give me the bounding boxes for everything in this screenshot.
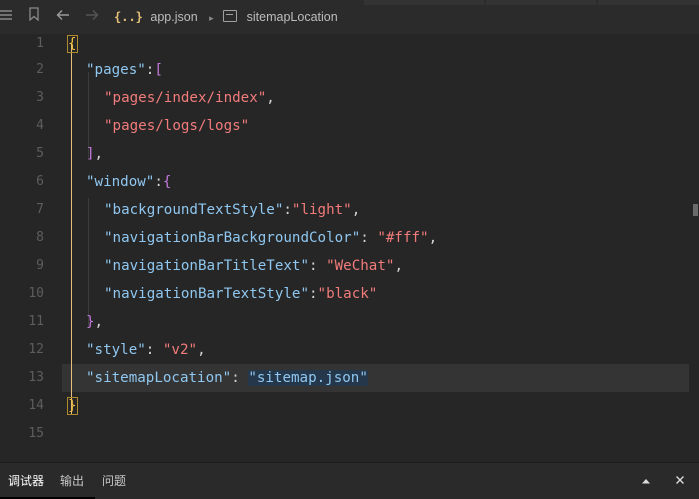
code-line-10: "navigationBarTextStyle":"black" bbox=[104, 286, 378, 302]
json-file-icon: {..} bbox=[114, 10, 143, 24]
code-line-9: "navigationBarTitleText": "WeChat", bbox=[104, 258, 403, 274]
close-icon[interactable] bbox=[671, 472, 689, 490]
indent-guide-active bbox=[71, 44, 72, 414]
line-number-gutter: 1 2 3 4 5 6 7 8 9 10 11 12 13 14 15 bbox=[0, 34, 62, 462]
tab-strip-segment bbox=[486, 0, 596, 5]
editor-toolbar: {..} app.json ▸ sitemapLocation bbox=[0, 0, 699, 34]
code-line-11: }, bbox=[86, 314, 104, 330]
tab-strip-segment bbox=[364, 0, 484, 5]
arrow-right-icon[interactable] bbox=[82, 7, 102, 27]
hamburger-icon[interactable] bbox=[0, 7, 16, 27]
vertical-scrollbar[interactable] bbox=[689, 34, 699, 462]
arrow-left-icon[interactable] bbox=[53, 7, 73, 27]
code-line-5: ], bbox=[86, 146, 104, 162]
line-number: 6 bbox=[36, 174, 44, 189]
code-area[interactable]: { "pages":[ "pages/index/index", "pages/… bbox=[62, 34, 689, 462]
field-symbol-icon bbox=[223, 10, 238, 22]
editor-window: {..} app.json ▸ sitemapLocation 1 2 3 4 … bbox=[0, 0, 699, 499]
line-number: 15 bbox=[28, 426, 44, 441]
line-number: 13 bbox=[28, 370, 44, 385]
line-number: 1 bbox=[36, 36, 44, 51]
breadcrumb-symbol[interactable]: sitemapLocation bbox=[247, 10, 338, 24]
code-line-12: "style": "v2", bbox=[86, 342, 206, 358]
bottom-panel: 调试器 输出 问题 bbox=[0, 462, 699, 499]
code-line-1: { bbox=[67, 35, 78, 53]
breadcrumb: {..} app.json ▸ sitemapLocation bbox=[114, 8, 338, 26]
line-number: 8 bbox=[36, 230, 44, 245]
code-line-13: "sitemapLocation": "sitemap.json" bbox=[86, 370, 368, 386]
code-line-8: "navigationBarBackgroundColor": "#fff", bbox=[104, 230, 438, 246]
line-number: 3 bbox=[36, 90, 44, 105]
code-line-4: "pages/logs/logs" bbox=[104, 118, 250, 134]
line-number: 12 bbox=[28, 342, 44, 357]
breadcrumb-file[interactable]: app.json bbox=[150, 10, 197, 24]
code-line-2: "pages":[ bbox=[86, 62, 163, 78]
line-number: 4 bbox=[36, 118, 44, 133]
line-number: 9 bbox=[36, 258, 44, 273]
line-number: 10 bbox=[28, 286, 44, 301]
line-number: 14 bbox=[28, 398, 44, 413]
code-line-3: "pages/index/index", bbox=[104, 90, 275, 106]
scrollbar-thumb[interactable] bbox=[693, 204, 698, 216]
line-number: 2 bbox=[36, 62, 44, 77]
code-editor[interactable]: 1 2 3 4 5 6 7 8 9 10 11 12 13 14 15 { "p… bbox=[0, 34, 699, 462]
tab-output[interactable]: 输出 bbox=[60, 463, 84, 499]
tab-debugger[interactable]: 调试器 bbox=[8, 463, 45, 499]
tab-strip-segment bbox=[598, 0, 699, 5]
bookmark-icon[interactable] bbox=[24, 7, 44, 27]
code-line-6: "window":{ bbox=[86, 174, 172, 190]
chevron-right-icon: ▸ bbox=[209, 13, 214, 23]
code-line-7: "backgroundTextStyle":"light", bbox=[104, 202, 361, 218]
line-number: 5 bbox=[36, 146, 44, 161]
line-number: 7 bbox=[36, 202, 44, 217]
tab-problems[interactable]: 问题 bbox=[102, 463, 126, 499]
code-line-14: } bbox=[67, 397, 78, 415]
chevron-up-icon[interactable] bbox=[637, 472, 655, 490]
line-number: 11 bbox=[28, 314, 44, 329]
